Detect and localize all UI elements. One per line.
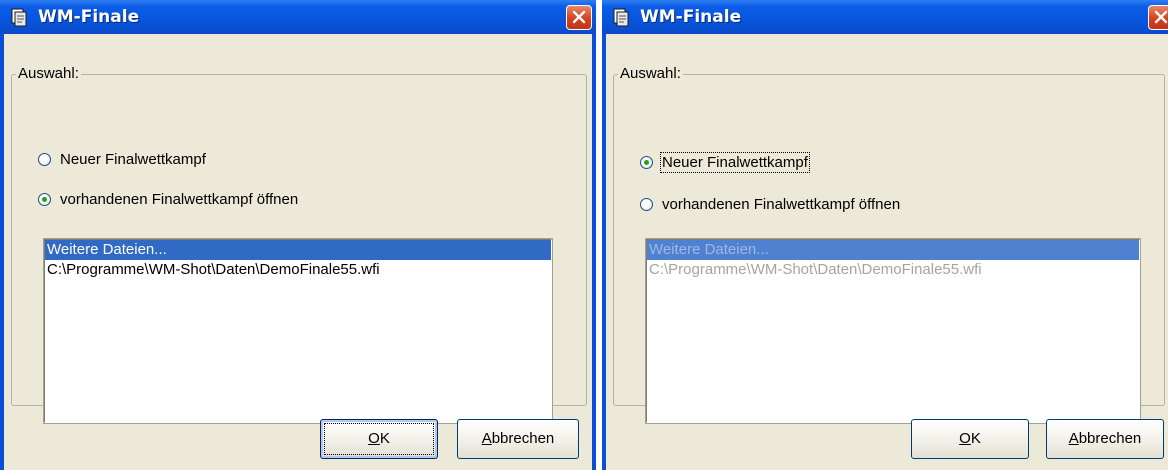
cancel-button[interactable]: Abbrechen <box>1046 419 1164 459</box>
list-item[interactable]: C:\Programme\WM-Shot\Daten\DemoFinale55.… <box>647 260 1139 280</box>
radio-button[interactable] <box>640 156 653 169</box>
radio-label: vorhandenen Finalwettkampf öffnen <box>60 191 299 208</box>
group-label: Auswahl: <box>16 65 81 82</box>
dialog-window-left: WM-Finale Auswahl: Neuer Finalwettkampf … <box>0 0 596 470</box>
close-icon <box>572 10 586 24</box>
radio-label: vorhandenen Finalwettkampf öffnen <box>662 196 901 213</box>
cancel-accel: A <box>481 430 492 447</box>
ok-accel: O <box>959 430 971 447</box>
radio-button[interactable] <box>38 193 51 206</box>
selection-groupbox: Auswahl: Neuer Finalwettkampf vorhandene… <box>613 65 1165 424</box>
document-window-icon <box>613 8 629 27</box>
ok-button[interactable]: OK <box>911 419 1029 459</box>
file-listbox[interactable]: Weitere Dateien... C:\Programme\WM-Shot\… <box>645 238 1141 424</box>
ok-label-rest: K <box>970 430 981 447</box>
close-icon <box>1154 10 1168 24</box>
radio-button[interactable] <box>38 153 51 166</box>
close-button[interactable] <box>566 5 592 30</box>
ok-accel: O <box>368 430 380 447</box>
title-bar[interactable]: WM-Finale <box>602 0 1168 34</box>
dialog-client-area: Auswahl: Neuer Finalwettkampf vorhandene… <box>606 34 1168 470</box>
radio-label: Neuer Finalwettkampf <box>60 151 206 168</box>
cancel-label-rest: bbrechen <box>1078 430 1142 447</box>
list-item[interactable]: Weitere Dateien... <box>45 240 551 260</box>
file-listbox[interactable]: Weitere Dateien... C:\Programme\WM-Shot\… <box>43 238 553 424</box>
radio-label: Neuer Finalwettkampf <box>660 152 810 173</box>
document-window-icon <box>11 8 27 27</box>
ok-button[interactable]: OK <box>320 419 438 459</box>
cancel-accel: A <box>1068 430 1079 447</box>
cancel-label-rest: bbrechen <box>491 430 555 447</box>
close-button[interactable] <box>1148 5 1168 30</box>
radio-button[interactable] <box>640 198 653 211</box>
group-label: Auswahl: <box>618 65 683 82</box>
list-item[interactable]: C:\Programme\WM-Shot\Daten\DemoFinale55.… <box>45 260 551 280</box>
title-bar[interactable]: WM-Finale <box>0 0 596 34</box>
list-item[interactable]: Weitere Dateien... <box>647 240 1139 260</box>
dialog-client-area: Auswahl: Neuer Finalwettkampf vorhandene… <box>4 34 592 470</box>
selection-groupbox: Auswahl: Neuer Finalwettkampf vorhandene… <box>11 65 587 424</box>
focus-rect: OK <box>324 423 434 455</box>
window-title: WM-Finale <box>640 7 742 27</box>
window-title: WM-Finale <box>38 7 140 27</box>
dialog-window-right: WM-Finale Auswahl: Neuer Finalwettkampf … <box>602 0 1168 470</box>
cancel-button[interactable]: Abbrechen <box>457 419 579 459</box>
ok-label-rest: K <box>379 430 390 447</box>
